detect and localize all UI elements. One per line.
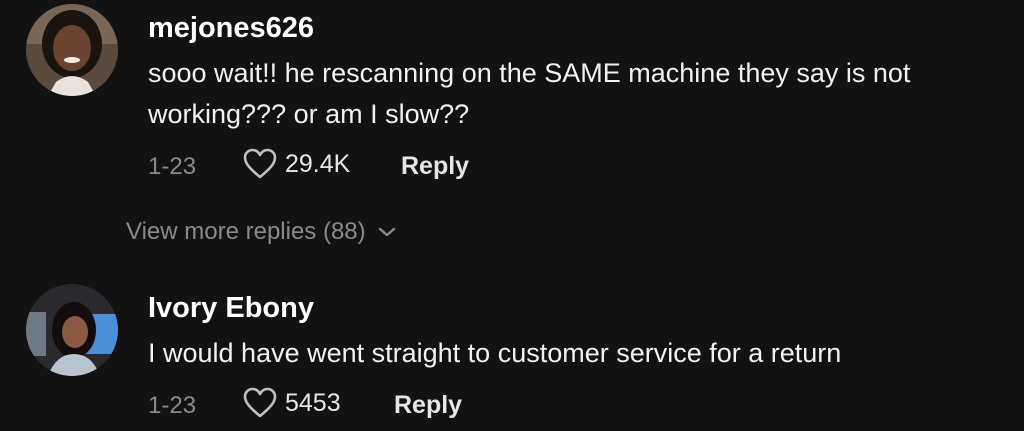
heart-outline-icon: [243, 387, 277, 418]
comment-item: Ivory Ebony I would have went straight t…: [0, 280, 1024, 431]
comment-text: I would have went straight to customer s…: [148, 338, 842, 368]
comment-text: sooo wait!! he rescanning on the SAME ma…: [148, 58, 911, 129]
chevron-down-icon: [378, 227, 395, 237]
reply-button[interactable]: Reply: [401, 152, 469, 181]
view-more-replies-button[interactable]: View more replies (88): [126, 218, 396, 246]
heart-outline-icon: [243, 148, 277, 179]
comment-date: 1-23: [148, 392, 197, 419]
comment-date: 1-23: [148, 153, 197, 180]
like-button[interactable]: 5453: [243, 387, 341, 419]
comment-username[interactable]: mejones626: [148, 12, 314, 45]
avatar-image: [26, 4, 118, 96]
like-button[interactable]: 29.4K: [243, 148, 350, 180]
avatar-image: [26, 284, 118, 376]
comment-item: mejones626 sooo wait!! he rescanning on …: [0, 0, 1024, 200]
comment-username[interactable]: Ivory Ebony: [148, 292, 314, 325]
avatar[interactable]: [26, 4, 118, 96]
avatar[interactable]: [26, 284, 118, 376]
view-more-replies-label: View more replies (88): [126, 218, 366, 245]
reply-button[interactable]: Reply: [394, 391, 462, 420]
like-count: 29.4K: [285, 149, 351, 178]
like-count: 5453: [285, 388, 341, 417]
